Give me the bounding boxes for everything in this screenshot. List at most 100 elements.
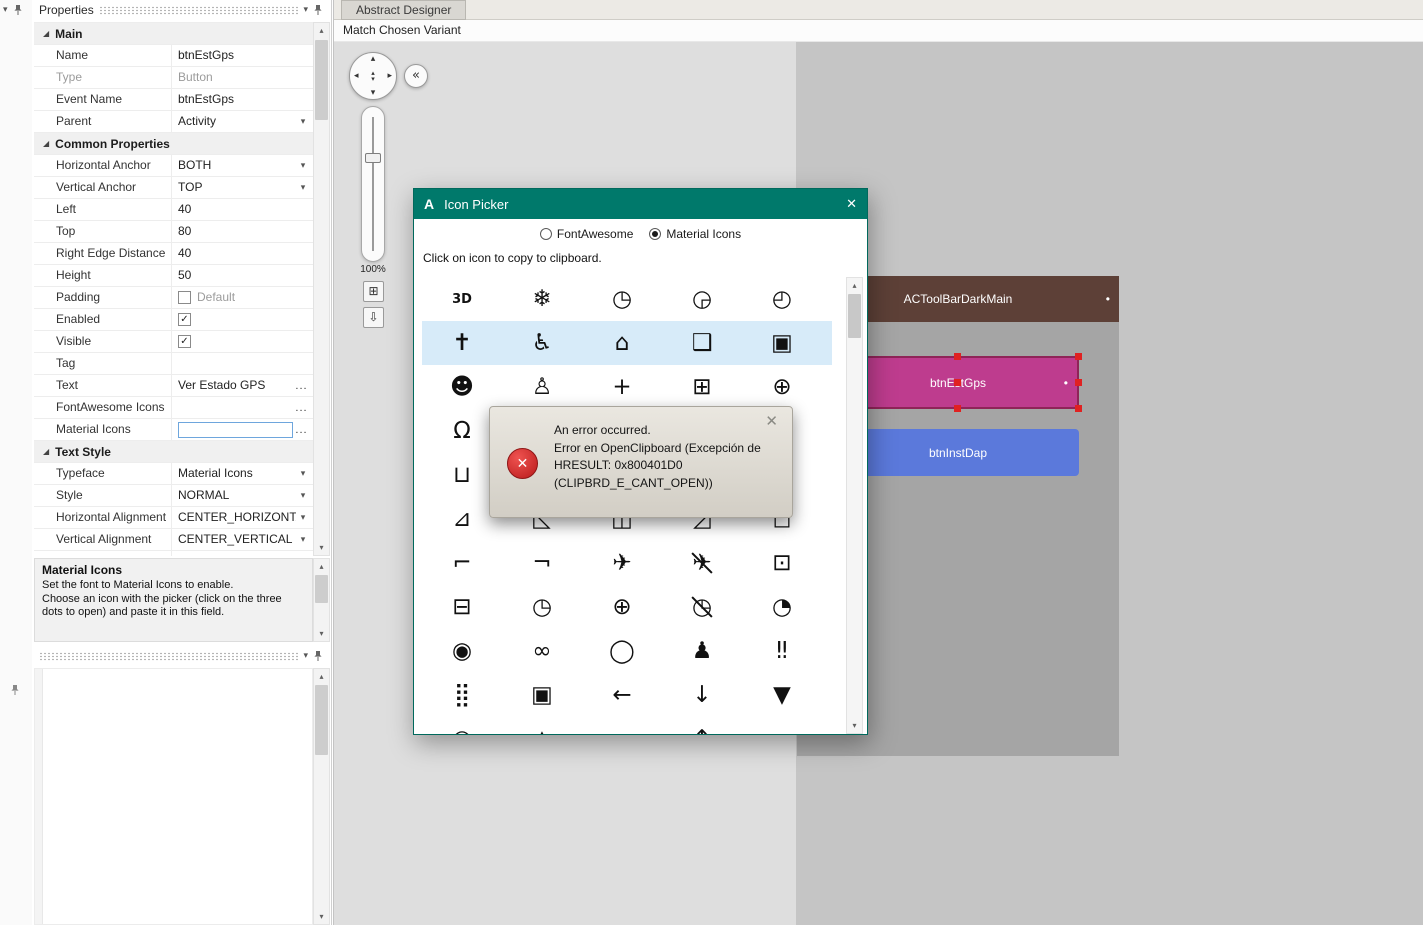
adb-icon[interactable]: ♙ xyxy=(502,365,582,409)
property-row-padding[interactable]: Padding Default xyxy=(34,287,313,309)
property-row-vertical-alignment[interactable]: Vertical Alignment CENTER_VERTICAL ▾ xyxy=(34,529,313,551)
property-value[interactable]: 40 xyxy=(172,243,313,264)
close-icon[interactable]: ✕ xyxy=(765,412,778,430)
selection-handle[interactable] xyxy=(954,378,961,386)
access-time-icon[interactable]: ◴ xyxy=(742,277,822,321)
arrow-drop-down-icon[interactable]: ▼ xyxy=(742,673,822,717)
property-value[interactable]: Activity ▾ xyxy=(172,111,313,132)
category-expander-icon[interactable]: ◢ xyxy=(43,29,49,38)
chevron-down-icon[interactable]: ▾ xyxy=(303,5,308,15)
selection-handle[interactable] xyxy=(1075,378,1082,386)
checkbox-checked[interactable]: ✓ xyxy=(178,335,191,348)
property-row-text[interactable]: Text Ver Estado GPS... xyxy=(34,375,313,397)
property-row-size[interactable]: Size xyxy=(34,551,313,556)
selection-handle[interactable] xyxy=(1075,405,1082,412)
property-row-event-name[interactable]: Event Name btnEstGps xyxy=(34,89,313,111)
property-category-text-style[interactable]: ◢ Text Style xyxy=(34,441,313,463)
alarm-off-icon[interactable]: ◷ xyxy=(662,585,742,629)
arrow-back-icon[interactable]: ← xyxy=(582,673,662,717)
pan-right-icon[interactable]: ▸ xyxy=(387,71,392,81)
screenshot-button[interactable]: ⇩ xyxy=(363,307,384,328)
pan-center-icon[interactable]: ▴ ▾ xyxy=(371,70,375,83)
property-value[interactable]: 50 xyxy=(172,265,313,286)
scroll-down-icon[interactable]: ▾ xyxy=(314,909,329,924)
alarm-add-icon[interactable]: ⊕ xyxy=(582,585,662,629)
radio-material-icons[interactable]: Material Icons xyxy=(649,227,741,241)
dialog-titlebar[interactable]: A Icon Picker ✕ xyxy=(414,189,867,219)
property-category-main[interactable]: ◢ Main xyxy=(34,23,313,45)
scroll-down-icon[interactable]: ▾ xyxy=(314,626,329,641)
property-value[interactable]: NORMAL ▾ xyxy=(172,485,313,506)
property-row-horizontal-anchor[interactable]: Horizontal Anchor BOTH ▾ xyxy=(34,155,313,177)
property-value[interactable]: CENTER_VERTICAL ▾ xyxy=(172,529,313,550)
property-row-name[interactable]: Name btnEstGps xyxy=(34,45,313,67)
arrow-downward-icon[interactable]: ↓ xyxy=(662,673,742,717)
pin-icon[interactable] xyxy=(313,650,323,662)
property-row-visible[interactable]: Visible ✓ xyxy=(34,331,313,353)
pin-icon[interactable] xyxy=(10,684,20,696)
scroll-down-icon[interactable]: ▾ xyxy=(847,718,862,733)
zoom-slider[interactable] xyxy=(361,106,385,262)
slider-handle[interactable] xyxy=(365,153,381,163)
property-value[interactable]: CENTER_HORIZONTA ▾ xyxy=(172,507,313,528)
scroll-up-icon[interactable]: ▴ xyxy=(314,23,329,38)
property-value[interactable]: ✓ xyxy=(172,309,313,330)
account-balance-icon[interactable]: ⌂ xyxy=(582,321,662,365)
property-value[interactable]: 80 xyxy=(172,221,313,242)
property-value[interactable]: TOP ▾ xyxy=(172,177,313,198)
menu-match-chosen-variant[interactable]: Match Chosen Variant xyxy=(334,20,470,41)
radio-circle-icon[interactable] xyxy=(539,228,552,240)
clipped-row-icon-icon[interactable]: → xyxy=(582,717,662,734)
scroll-down-icon[interactable]: ▾ xyxy=(314,540,329,555)
property-row-fontawesome-icons[interactable]: FontAwesome Icons... xyxy=(34,397,313,419)
radio-fontawesome[interactable]: FontAwesome xyxy=(539,227,633,241)
property-row-horizontal-alignment[interactable]: Horizontal Alignment CENTER_HORIZONTA ▾ xyxy=(34,507,313,529)
account-balance-wallet-icon[interactable]: ❑ xyxy=(662,321,742,365)
property-value[interactable]: Button xyxy=(172,67,313,88)
scrollbar-thumb[interactable] xyxy=(315,40,328,120)
account-box-icon[interactable]: ▣ xyxy=(742,321,822,365)
airline-seat-recline-normal-icon[interactable]: ¬ xyxy=(502,541,582,585)
property-row-style[interactable]: Style NORMAL ▾ xyxy=(34,485,313,507)
button-btninstdap[interactable]: btnInstDap xyxy=(837,429,1079,476)
dropdown-arrow-icon[interactable]: ▾ xyxy=(296,491,310,501)
chevron-down-icon[interactable]: ▾ xyxy=(303,651,308,661)
property-row-height[interactable]: Height 50 xyxy=(34,265,313,287)
ellipsis-button[interactable]: ... xyxy=(293,377,310,395)
property-row-top[interactable]: Top 80 xyxy=(34,221,313,243)
clipped-row-icon-icon[interactable]: ▲ xyxy=(502,717,582,734)
scrollbar-thumb[interactable] xyxy=(315,685,328,755)
airport-shuttle-icon[interactable]: ⊟ xyxy=(422,585,502,629)
close-icon[interactable]: ✕ xyxy=(846,197,857,212)
property-row-enabled[interactable]: Enabled ✓ xyxy=(34,309,313,331)
dropdown-arrow-icon[interactable]: ▾ xyxy=(296,117,310,127)
scrollbar-thumb[interactable] xyxy=(848,294,861,338)
alarm-on-icon[interactable]: ◔ xyxy=(742,585,822,629)
category-expander-icon[interactable]: ◢ xyxy=(43,447,49,456)
property-value[interactable]: Ver Estado GPS... xyxy=(172,375,313,396)
property-row-type[interactable]: Type Button xyxy=(34,67,313,89)
ellipsis-button[interactable]: ... xyxy=(293,399,310,417)
alarm-icon[interactable]: ◷ xyxy=(502,585,582,629)
properties-scrollbar[interactable]: ▴ ▾ xyxy=(313,22,330,556)
help-scrollbar[interactable]: ▴ ▾ xyxy=(313,558,330,642)
android-icon[interactable]: ♟ xyxy=(662,629,742,673)
property-row-left[interactable]: Left 40 xyxy=(34,199,313,221)
selection-handle[interactable] xyxy=(954,353,961,360)
access-alarms-icon[interactable]: ◶ xyxy=(662,277,742,321)
property-value[interactable]: ... xyxy=(172,419,313,440)
album-icon[interactable]: ◉ xyxy=(422,629,502,673)
header-grip-texture[interactable] xyxy=(39,651,299,661)
selection-handle[interactable] xyxy=(954,405,961,412)
pin-icon[interactable] xyxy=(13,4,23,16)
apps-icon[interactable]: ⣿ xyxy=(422,673,502,717)
tab-abstract-designer[interactable]: Abstract Designer xyxy=(341,0,467,20)
pan-down-icon[interactable]: ▾ xyxy=(371,88,376,98)
scrollbar-thumb[interactable] xyxy=(315,575,328,603)
dropdown-arrow-icon[interactable]: ▾ xyxy=(296,535,310,545)
ac-unit-icon[interactable]: ❄ xyxy=(502,277,582,321)
property-value[interactable]: 40 xyxy=(172,199,313,220)
property-row-parent[interactable]: Parent Activity ▾ xyxy=(34,111,313,133)
scroll-up-icon[interactable]: ▴ xyxy=(314,559,329,574)
ellipsis-button[interactable]: ... xyxy=(293,421,310,439)
